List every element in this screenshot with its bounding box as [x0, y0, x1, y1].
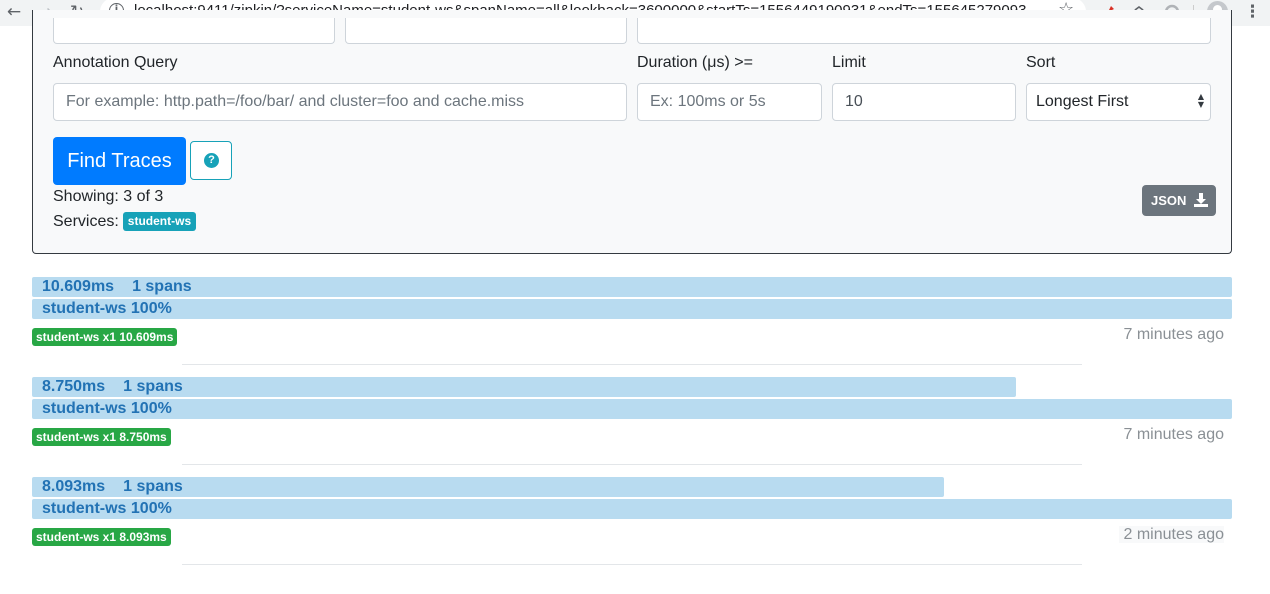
trace-span-count: 1 spans [132, 278, 192, 295]
trace-duration-bar[interactable]: 8.093ms 1 spans [32, 477, 944, 497]
services-summary: Services: student-ws [53, 212, 197, 231]
back-arrow-icon[interactable]: ← [3, 2, 25, 22]
trace-divider [182, 564, 1082, 565]
trace-service-tag: student-ws x1 10.609ms [32, 328, 178, 346]
span-name-field[interactable] [345, 18, 627, 44]
trace-duration-bar[interactable]: 8.750ms 1 spans [32, 377, 1016, 397]
services-label: Services: [53, 213, 119, 230]
sort-select-value: Longest First [1036, 93, 1129, 110]
duration-label: Duration (μs) >= [637, 54, 753, 71]
sort-label: Sort [1026, 54, 1056, 71]
json-download-button[interactable]: JSON [1142, 185, 1216, 216]
trace-result[interactable]: 10.609ms 1 spans student-ws 100% student-… [32, 277, 1232, 377]
trace-service-bar[interactable]: student-ws 100% [32, 299, 1232, 319]
trace-result[interactable]: 8.093ms 1 spans student-ws 100% student-w… [32, 477, 1232, 577]
trace-timestamp-text: 2 minutes ago [1119, 526, 1224, 543]
download-icon [1194, 193, 1208, 207]
select-arrows-icon: ▲ ▼ [1197, 92, 1204, 109]
annotation-query-input[interactable] [53, 83, 627, 121]
sort-select[interactable]: Longest First ▲ ▼ [1026, 83, 1211, 121]
more-menu-icon[interactable]: ⋮ [1244, 2, 1261, 22]
duration-input[interactable] [637, 83, 822, 121]
lookback-field[interactable] [637, 18, 1211, 44]
trace-span-count: 1 spans [123, 478, 183, 495]
question-circle-icon: ? [204, 153, 219, 168]
service-filter-badge[interactable]: student-ws [122, 212, 197, 231]
trace-service-tag: student-ws x1 8.093ms [32, 528, 171, 546]
trace-span-count: 1 spans [123, 378, 183, 395]
search-panel: Annotation Query Duration (μs) >= Limit … [32, 10, 1232, 254]
trace-divider [182, 364, 1082, 365]
limit-label: Limit [832, 54, 866, 71]
annotation-query-label: Annotation Query [53, 54, 178, 71]
limit-input[interactable]: 10 [832, 83, 1016, 121]
trace-service-tag: student-ws x1 8.750ms [32, 428, 171, 446]
trace-duration: 8.750ms [42, 378, 106, 395]
trace-service-bar[interactable]: student-ws 100% [32, 399, 1232, 419]
trace-timestamp: 7 minutes ago [1123, 326, 1224, 343]
service-name-field[interactable] [53, 18, 335, 44]
trace-timestamp: 2 minutes ago [1119, 526, 1224, 544]
trace-timestamp: 7 minutes ago [1123, 426, 1224, 443]
trace-duration: 10.609ms [42, 278, 115, 295]
trace-result[interactable]: 8.750ms 1 spans student-ws 100% student-w… [32, 377, 1232, 477]
help-button[interactable]: ? [190, 141, 232, 180]
find-traces-button[interactable]: Find Traces [53, 137, 186, 185]
showing-count: Showing: 3 of 3 [53, 188, 164, 205]
trace-service-bar[interactable]: student-ws 100% [32, 499, 1232, 519]
trace-divider [182, 464, 1082, 465]
json-button-label: JSON [1151, 193, 1187, 208]
trace-duration-bar[interactable]: 10.609ms 1 spans [32, 277, 1232, 297]
trace-duration: 8.093ms [42, 478, 106, 495]
